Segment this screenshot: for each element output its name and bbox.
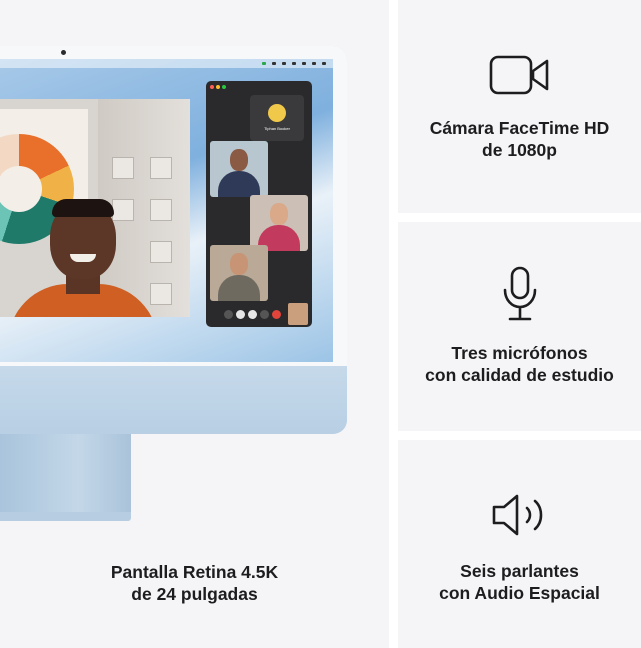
self-view-video — [288, 303, 308, 325]
share-button[interactable] — [260, 310, 269, 319]
display-feature-tile: Tiphan Booker Pantalla Retina 4.5K de 24… — [0, 0, 389, 648]
speaker-caption: Seis parlantes con Audio Espacial — [439, 561, 600, 603]
video-camera-icon — [489, 55, 548, 95]
microphone-feature-tile: Tres micrófonos con calidad de estudio — [398, 222, 641, 431]
call-controls — [224, 310, 284, 320]
imac-chin — [0, 366, 347, 434]
menu-bar — [0, 59, 333, 68]
imac-camera — [61, 50, 66, 55]
end-call-button[interactable] — [272, 310, 281, 319]
camera-caption: Cámara FaceTime HD de 1080p — [429, 118, 610, 160]
participant-video[interactable] — [210, 245, 268, 301]
caller-name: Tiphan Booker — [264, 126, 290, 131]
microphone-mute-button[interactable] — [236, 310, 245, 319]
zoom-window-button[interactable] — [222, 85, 226, 89]
facetime-window: Tiphan Booker — [206, 81, 312, 327]
minimize-window-button[interactable] — [216, 85, 220, 89]
imac-stand — [0, 434, 131, 514]
camera-feature-tile: Cámara FaceTime HD de 1080p — [398, 0, 641, 213]
participant-video[interactable] — [250, 195, 308, 251]
display-caption: Pantalla Retina 4.5K de 24 pulgadas — [110, 562, 279, 604]
video-toggle-button[interactable] — [248, 310, 257, 319]
imac-display: Tiphan Booker — [0, 59, 333, 362]
microphone-icon — [503, 266, 536, 321]
sidebar-toggle-button[interactable] — [224, 310, 233, 319]
imac-foot — [0, 512, 131, 521]
avatar — [268, 104, 286, 122]
close-window-button[interactable] — [210, 85, 214, 89]
presenter-video — [0, 99, 190, 317]
participant-video[interactable] — [210, 141, 268, 197]
speaker-icon — [492, 494, 542, 536]
caller-card: Tiphan Booker — [250, 95, 304, 141]
presenter-person — [0, 159, 190, 317]
microphone-caption: Tres micrófonos con calidad de estudio — [425, 343, 614, 385]
speaker-feature-tile: Seis parlantes con Audio Espacial — [398, 440, 641, 648]
